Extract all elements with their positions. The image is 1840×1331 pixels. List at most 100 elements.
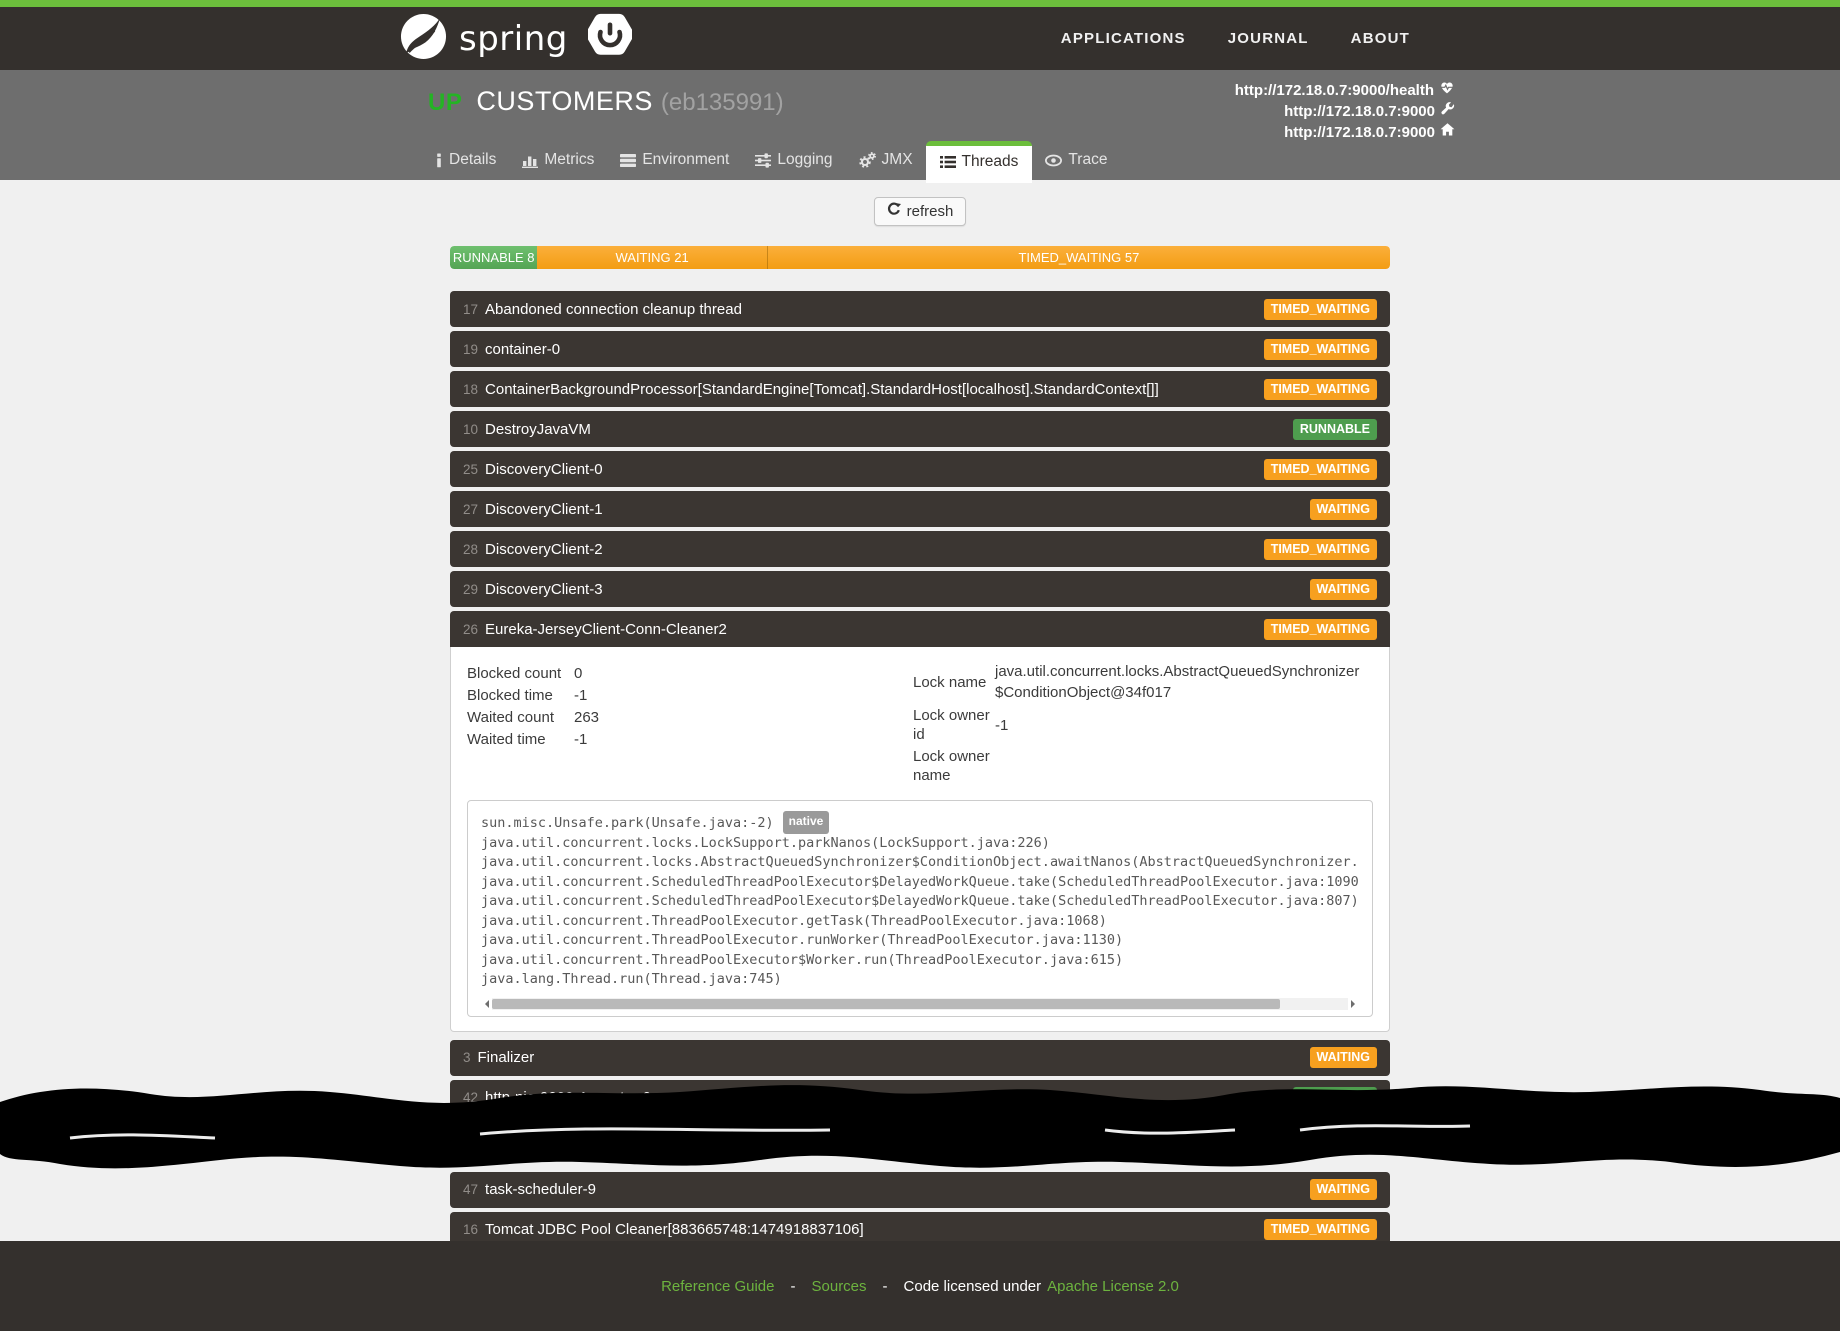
- app-instance-id: (eb135991): [661, 89, 784, 117]
- health-url-text: http://172.18.0.7:9000/health: [1235, 80, 1434, 101]
- scroll-thumb[interactable]: [492, 999, 1280, 1009]
- thread-row[interactable]: 10 DestroyJavaVM RUNNABLE: [450, 411, 1390, 447]
- stat-label: Waited count: [467, 707, 574, 729]
- thread-state-badge: WAITING: [1310, 1047, 1377, 1068]
- thread-row[interactable]: 42 http-nio-9000-Acceptor-0 RUNNABLE: [450, 1080, 1390, 1116]
- footer-link-apache-license[interactable]: Apache License 2.0: [1047, 1278, 1179, 1295]
- nav-item-about[interactable]: ABOUT: [1351, 30, 1410, 47]
- tab-logging[interactable]: Logging: [742, 141, 845, 180]
- stack-icon: [620, 153, 636, 168]
- thread-state-badge: RUNNABLE: [1293, 419, 1377, 440]
- stack-line: java.lang.Thread.run(Thread.java:745): [481, 970, 1359, 990]
- thread-id: 10: [463, 422, 478, 437]
- scroll-left-icon[interactable]: [481, 1000, 489, 1008]
- tab-label: Details: [449, 151, 496, 169]
- thread-stats: Blocked count0 Blocked time-1 Waited cou…: [467, 661, 867, 788]
- gears-icon: [859, 152, 876, 168]
- stack-scrollbar[interactable]: [481, 996, 1359, 1012]
- stack-line: java.util.concurrent.locks.AbstractQueue…: [481, 853, 1359, 873]
- thread-name: DiscoveryClient-0: [485, 461, 603, 478]
- thread-id: 42: [463, 1090, 478, 1105]
- scroll-right-icon[interactable]: [1351, 1000, 1359, 1008]
- tab-environment[interactable]: Environment: [607, 141, 742, 180]
- tab-metrics[interactable]: Metrics: [509, 141, 607, 180]
- sliders-icon: [755, 153, 771, 168]
- thread-row-expanded[interactable]: 26 Eureka-JerseyClient-Conn-Cleaner2 TIM…: [450, 611, 1390, 647]
- thread-row[interactable]: 17 Abandoned connection cleanup thread T…: [450, 291, 1390, 327]
- tab-trace[interactable]: Trace: [1032, 141, 1120, 180]
- stat-value: 0: [574, 663, 582, 685]
- refresh-row: refresh: [0, 180, 1840, 225]
- tab-threads[interactable]: Threads: [926, 141, 1033, 183]
- thread-name: Eureka-JerseyClient-Conn-Cleaner2: [485, 621, 727, 638]
- tab-label: Trace: [1068, 151, 1107, 169]
- thread-row[interactable]: 29 DiscoveryClient-3 WAITING: [450, 571, 1390, 607]
- service-url-link[interactable]: http://172.18.0.7:9000: [1235, 122, 1455, 143]
- redacted-rows-gap: [450, 1120, 1390, 1172]
- management-url-text: http://172.18.0.7:9000: [1284, 101, 1435, 122]
- thread-state-badge: WAITING: [1310, 1179, 1377, 1200]
- tab-bar: Details Metrics Environment Logging: [422, 141, 1120, 180]
- stat-value: -1: [574, 729, 587, 751]
- thread-id: 16: [463, 1222, 478, 1237]
- footer-link-sources[interactable]: Sources: [812, 1278, 867, 1295]
- tab-label: Environment: [642, 151, 729, 169]
- nav-item-journal[interactable]: JOURNAL: [1228, 30, 1309, 47]
- state-segment-runnable: RUNNABLE 8: [450, 246, 537, 269]
- thread-id: 27: [463, 502, 478, 517]
- footer-link-reference-guide[interactable]: Reference Guide: [661, 1278, 774, 1295]
- top-navbar: spring APPLICATIONS JOURNAL ABOUT: [0, 0, 1840, 70]
- thread-row[interactable]: 47 task-scheduler-9 WAITING: [450, 1172, 1390, 1208]
- thread-name: Finalizer: [478, 1049, 535, 1066]
- wrench-icon: [1440, 101, 1455, 122]
- list-icon: [940, 155, 956, 169]
- brand[interactable]: spring: [400, 12, 632, 65]
- thread-state-badge: TIMED_WAITING: [1264, 459, 1377, 480]
- stack-line: java.util.concurrent.ThreadPoolExecutor.…: [481, 931, 1359, 951]
- thread-locks: Lock namejava.util.concurrent.locks.Abst…: [913, 661, 1373, 788]
- stat-value: -1: [574, 685, 587, 707]
- eye-icon: [1045, 154, 1062, 167]
- refresh-button[interactable]: refresh: [874, 197, 967, 226]
- thread-name: DiscoveryClient-2: [485, 541, 603, 558]
- thread-detail-panel: Blocked count0 Blocked time-1 Waited cou…: [450, 647, 1390, 1032]
- health-url-link[interactable]: http://172.18.0.7:9000/health: [1235, 80, 1455, 101]
- thread-row[interactable]: 18 ContainerBackgroundProcessor[Standard…: [450, 371, 1390, 407]
- thread-name: task-scheduler-9: [485, 1181, 596, 1198]
- refresh-label: refresh: [907, 203, 954, 220]
- footer: Reference Guide - Sources - Code license…: [0, 1241, 1840, 1331]
- lock-label: Lock owner name: [913, 747, 995, 785]
- spring-boot-hexagon-icon: [588, 12, 632, 65]
- bar-chart-icon: [522, 153, 538, 168]
- thread-row[interactable]: 28 DiscoveryClient-2 TIMED_WAITING: [450, 531, 1390, 567]
- lock-value: java.util.concurrent.locks.AbstractQueue…: [995, 661, 1373, 703]
- stat-label: Blocked time: [467, 685, 574, 707]
- stack-line: java.util.concurrent.locks.LockSupport.p…: [481, 834, 1359, 854]
- tab-label: JMX: [882, 151, 913, 169]
- thread-id: 19: [463, 342, 478, 357]
- thread-name: container-0: [485, 341, 560, 358]
- footer-license-text: Code licensed under: [904, 1278, 1042, 1295]
- thread-state-badge: TIMED_WAITING: [1264, 339, 1377, 360]
- tab-jmx[interactable]: JMX: [846, 141, 926, 180]
- thread-name: DestroyJavaVM: [485, 421, 591, 438]
- status-up-label: UP: [428, 89, 462, 117]
- tab-details[interactable]: Details: [422, 141, 509, 180]
- scroll-track[interactable]: [492, 998, 1348, 1010]
- service-urls: http://172.18.0.7:9000/health http://172…: [1235, 80, 1455, 143]
- thread-row[interactable]: 3 Finalizer WAITING: [450, 1040, 1390, 1076]
- thread-row[interactable]: 19 container-0 TIMED_WAITING: [450, 331, 1390, 367]
- lock-value: [995, 757, 1373, 776]
- info-icon: [435, 153, 443, 168]
- lock-value: -1: [995, 715, 1373, 736]
- nav-item-applications[interactable]: APPLICATIONS: [1061, 30, 1186, 47]
- spring-boot-admin-page: spring APPLICATIONS JOURNAL ABOUT UP CUS…: [0, 0, 1840, 1331]
- management-url-link[interactable]: http://172.18.0.7:9000: [1235, 101, 1455, 122]
- thread-row[interactable]: 25 DiscoveryClient-0 TIMED_WAITING: [450, 451, 1390, 487]
- thread-id: 26: [463, 622, 478, 637]
- thread-state-badge: TIMED_WAITING: [1264, 379, 1377, 400]
- app-title: UP CUSTOMERS (eb135991): [428, 86, 784, 117]
- thread-state-badge: TIMED_WAITING: [1264, 1219, 1377, 1240]
- heartbeat-icon: [1439, 80, 1455, 101]
- thread-row[interactable]: 27 DiscoveryClient-1 WAITING: [450, 491, 1390, 527]
